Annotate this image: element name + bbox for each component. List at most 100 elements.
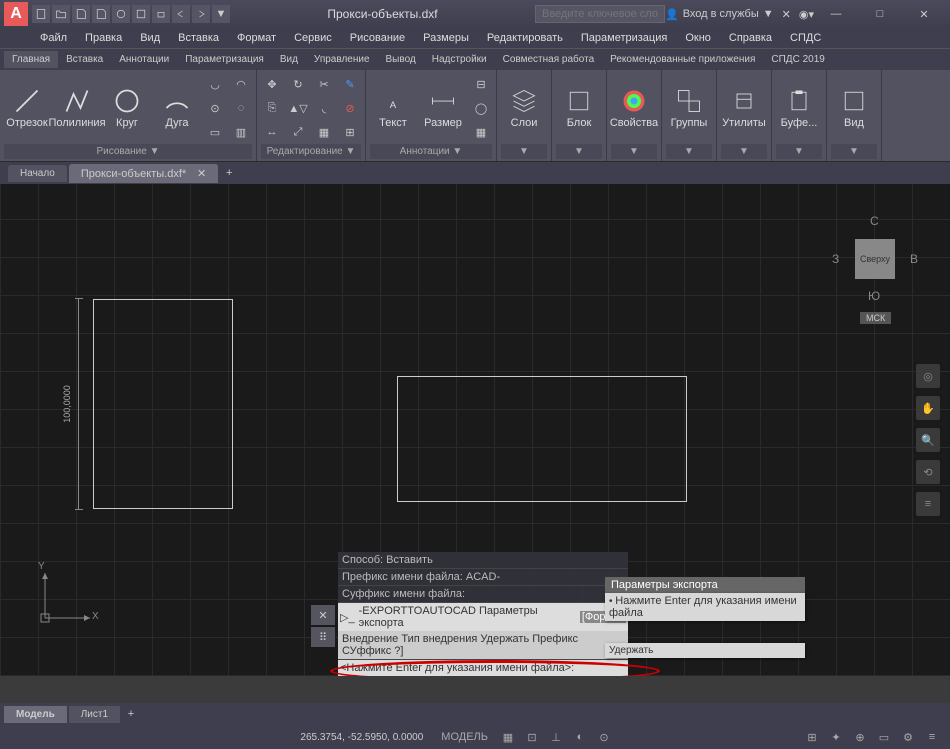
filetab-start[interactable]: Начало <box>8 165 67 182</box>
nav-show[interactable]: ≡ <box>916 492 940 516</box>
btn-ann-sm1[interactable]: ⊟ <box>470 73 492 95</box>
menu-modify[interactable]: Редактировать <box>479 30 571 46</box>
panel-props-title[interactable]: ▼ <box>611 144 657 159</box>
menu-view[interactable]: Вид <box>132 30 168 46</box>
qat-new[interactable] <box>32 5 50 23</box>
btn-arc[interactable]: Дуга <box>154 78 200 138</box>
menu-dimension[interactable]: Размеры <box>415 30 477 46</box>
btn-draw-sm3[interactable]: ▭ <box>204 121 226 143</box>
cube-top[interactable]: Сверху <box>855 239 895 279</box>
status-ortho[interactable]: ⊥ <box>546 727 566 747</box>
cmdline-close[interactable]: ✕ <box>311 605 335 625</box>
filetab-add[interactable]: + <box>220 164 238 182</box>
drawing-rect-1[interactable] <box>93 299 233 509</box>
tab-output[interactable]: Вывод <box>378 51 424 68</box>
btn-draw-sm2[interactable]: ⊙ <box>204 97 226 119</box>
status-model[interactable]: МОДЕЛЬ <box>435 727 494 747</box>
help-dropdown[interactable]: ◉▾ <box>799 8 814 21</box>
btn-fillet[interactable]: ◟ <box>313 97 335 119</box>
status-grid[interactable]: ▦ <box>498 727 518 747</box>
popup-line-1[interactable]: • Нажмите Enter для указания имени файла <box>605 593 805 621</box>
close-button[interactable]: ✕ <box>902 0 946 28</box>
status-snap[interactable]: ⊡ <box>522 727 542 747</box>
qat-dropdown[interactable]: ▼ <box>212 5 230 23</box>
menu-parametric[interactable]: Параметризация <box>573 30 675 46</box>
nav-pan[interactable]: ✋ <box>916 396 940 420</box>
btn-text[interactable]: AТекст <box>370 78 416 138</box>
btn-edit-sm3[interactable]: ⊞ <box>339 121 361 143</box>
panel-draw-title[interactable]: Рисование ▼ <box>4 144 252 159</box>
qat-save[interactable] <box>72 5 90 23</box>
cmd-input-1[interactable]: ▷_ -EXPORTTOAUTOCAD Параметры экспорта [… <box>338 603 628 631</box>
menu-insert[interactable]: Вставка <box>170 30 227 46</box>
cube-south[interactable]: Ю <box>868 289 880 303</box>
cube-north[interactable]: С <box>870 214 879 228</box>
btn-ann-sm2[interactable]: ◯ <box>470 97 492 119</box>
btn-layers[interactable]: Слои <box>501 78 547 138</box>
ucs-icon[interactable]: X Y <box>30 563 100 636</box>
status-btn-e[interactable]: ⚙ <box>898 727 918 747</box>
cube-west[interactable]: З <box>832 252 839 266</box>
panel-utils-title[interactable]: ▼ <box>721 144 767 159</box>
qat-btn5[interactable] <box>112 5 130 23</box>
qat-undo[interactable] <box>172 5 190 23</box>
tab-view[interactable]: Вид <box>272 51 306 68</box>
nav-orbit[interactable]: ⟲ <box>916 460 940 484</box>
btn-array[interactable]: ▦ <box>313 121 335 143</box>
layout-model[interactable]: Модель <box>4 706 67 723</box>
status-btn-b[interactable]: ✦ <box>826 727 846 747</box>
menu-file[interactable]: Файл <box>32 30 75 46</box>
tab-home[interactable]: Главная <box>4 51 58 68</box>
tab-spds[interactable]: СПДС 2019 <box>763 51 832 68</box>
status-btn-f[interactable]: ≡ <box>922 727 942 747</box>
status-polar[interactable]: ◐ <box>570 727 590 747</box>
btn-clipboard[interactable]: Буфе... <box>776 78 822 138</box>
tab-featured[interactable]: Рекомендованные приложения <box>602 51 763 68</box>
dimension-line[interactable] <box>78 299 79 509</box>
popup-line-3[interactable]: Удержать <box>605 643 805 658</box>
panel-edit-title[interactable]: Редактирование ▼ <box>261 144 361 159</box>
cube-east[interactable]: В <box>910 252 918 266</box>
wcs-label[interactable]: МСК <box>860 312 891 324</box>
menu-window[interactable]: Окно <box>677 30 719 46</box>
nav-zoom[interactable]: 🔍 <box>916 428 940 452</box>
signin-button[interactable]: 👤 Вход в службы ▼ <box>665 8 774 21</box>
btn-groups[interactable]: Группы <box>666 78 712 138</box>
btn-polyline[interactable]: Полилиния <box>54 78 100 138</box>
btn-ann-sm3[interactable]: ▦ <box>470 121 492 143</box>
drawing-canvas[interactable]: 100,0000 С З Сверху В Ю МСК ◎ ✋ 🔍 ⟲ ≡ X … <box>0 184 950 676</box>
btn-scale[interactable]: ⤢ <box>287 121 309 143</box>
btn-circle[interactable]: Круг <box>104 78 150 138</box>
btn-trim[interactable]: ✂ <box>313 73 335 95</box>
btn-mirror[interactable]: ▲▽ <box>287 97 309 119</box>
btn-block[interactable]: Блок <box>556 78 602 138</box>
maximize-button[interactable]: □ <box>858 0 902 28</box>
tab-addins[interactable]: Надстройки <box>424 51 495 68</box>
tab-manage[interactable]: Управление <box>306 51 378 68</box>
btn-draw-sm1[interactable]: ◡ <box>204 73 226 95</box>
tab-collab[interactable]: Совместная работа <box>495 51 603 68</box>
btn-props[interactable]: Свойства <box>611 78 657 138</box>
menu-format[interactable]: Формат <box>229 30 284 46</box>
menu-spds[interactable]: СПДС <box>782 30 829 46</box>
exchange-icon[interactable]: ✕ <box>782 8 791 21</box>
btn-line[interactable]: Отрезок <box>4 78 50 138</box>
qat-btn6[interactable] <box>132 5 150 23</box>
btn-move[interactable]: ✥ <box>261 73 283 95</box>
tab-parametric[interactable]: Параметризация <box>177 51 272 68</box>
cmd-prompt-row[interactable]: <Нажмите Enter для указания имени файла>… <box>338 660 628 676</box>
layout-sheet1[interactable]: Лист1 <box>69 706 120 723</box>
search-input[interactable] <box>535 5 665 23</box>
status-osnap[interactable]: ⊙ <box>594 727 614 747</box>
btn-utils[interactable]: Утилиты <box>721 78 767 138</box>
btn-edit-sm2[interactable]: ⊘ <box>339 97 361 119</box>
btn-stretch[interactable]: ↔ <box>261 121 283 143</box>
commandline[interactable]: Способ: Вставить Префикс имени файла: AC… <box>338 552 628 676</box>
btn-draw-sm6[interactable]: ▥ <box>230 121 252 143</box>
panel-annotate-title[interactable]: Аннотации ▼ <box>370 144 492 159</box>
btn-dimension[interactable]: Размер <box>420 78 466 138</box>
cmdline-handle[interactable]: ⠿ <box>311 627 335 647</box>
viewcube[interactable]: С З Сверху В Ю МСК <box>830 204 920 324</box>
filetab-close-icon[interactable]: ✕ <box>197 168 206 180</box>
qat-redo[interactable] <box>192 5 210 23</box>
